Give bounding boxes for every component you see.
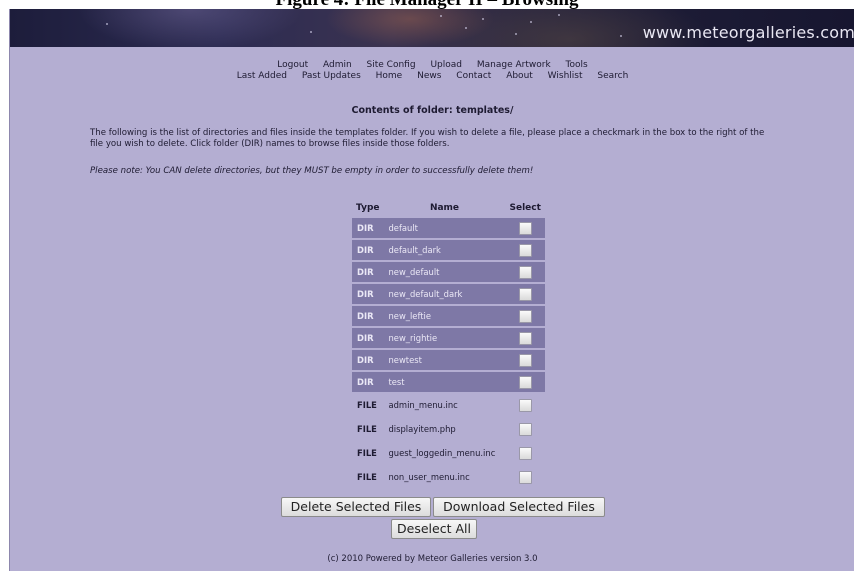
nav-contact[interactable]: Contact xyxy=(456,71,491,81)
file-table: Type Name Select DIR default DIR default… xyxy=(352,199,545,490)
nav-admin[interactable]: Admin xyxy=(323,60,352,70)
select-checkbox[interactable] xyxy=(518,287,532,301)
nav-news[interactable]: News xyxy=(417,71,441,81)
row-type: FILE xyxy=(357,472,377,482)
dir-link[interactable]: newtest xyxy=(383,350,506,370)
row-type: DIR xyxy=(352,284,384,304)
select-checkbox[interactable] xyxy=(518,422,532,436)
dir-link[interactable]: default_dark xyxy=(383,240,506,260)
file-name: non_user_menu.inc xyxy=(388,472,470,482)
nav-wishlist[interactable]: Wishlist xyxy=(548,71,583,81)
dir-link[interactable]: default xyxy=(383,218,506,238)
intro-text: The following is the list of directories… xyxy=(90,128,765,149)
nav-logout[interactable]: Logout xyxy=(277,60,308,70)
table-header-row: Type Name Select xyxy=(352,201,545,216)
select-checkbox[interactable] xyxy=(518,265,532,279)
delete-note: Please note: You CAN delete directories,… xyxy=(90,166,534,176)
delete-selected-button[interactable]: Delete Selected Files xyxy=(281,497,431,517)
select-checkbox[interactable] xyxy=(518,375,532,389)
dir-link[interactable]: new_leftie xyxy=(383,306,506,326)
main-nav: Last Added Past Updates Home News Contac… xyxy=(10,71,854,81)
nav-last-added[interactable]: Last Added xyxy=(237,71,287,81)
row-type: DIR xyxy=(352,350,384,370)
file-name: guest_loggedin_menu.inc xyxy=(388,448,496,458)
select-checkbox[interactable] xyxy=(518,243,532,257)
table-row: FILE admin_menu.inc xyxy=(352,394,545,416)
nav-home[interactable]: Home xyxy=(376,71,403,81)
table-row: DIR newtest xyxy=(352,350,545,370)
table-row: DIR new_default xyxy=(352,262,545,282)
table-row: FILE non_user_menu.inc xyxy=(352,466,545,488)
select-checkbox[interactable] xyxy=(518,446,532,460)
row-type: DIR xyxy=(352,218,384,238)
header-name: Name xyxy=(429,203,460,213)
nav-tools[interactable]: Tools xyxy=(566,60,588,70)
dir-link[interactable]: new_default_dark xyxy=(383,284,506,304)
folder-heading: Contents of folder: templates/ xyxy=(351,105,514,116)
nav-past-updates[interactable]: Past Updates xyxy=(302,71,361,81)
table-row: DIR new_leftie xyxy=(352,306,545,326)
row-type: DIR xyxy=(352,240,384,260)
row-type: DIR xyxy=(352,306,384,326)
deselect-all-button[interactable]: Deselect All xyxy=(391,519,477,539)
nav-about[interactable]: About xyxy=(506,71,533,81)
select-checkbox[interactable] xyxy=(518,331,532,345)
dir-link[interactable]: new_default xyxy=(383,262,506,282)
table-row: DIR new_rightie xyxy=(352,328,545,348)
row-type: DIR xyxy=(352,328,384,348)
table-row: DIR default xyxy=(352,218,545,238)
site-url[interactable]: www.meteorgalleries.com xyxy=(643,23,854,42)
header-type: Type xyxy=(356,203,380,213)
table-row: FILE guest_loggedin_menu.inc xyxy=(352,442,545,464)
download-selected-button[interactable]: Download Selected Files xyxy=(433,497,605,517)
nav-site-config[interactable]: Site Config xyxy=(367,60,416,70)
nav-upload[interactable]: Upload xyxy=(430,60,462,70)
header-select: Select xyxy=(509,203,541,213)
file-name: displayitem.php xyxy=(388,424,456,434)
select-checkbox[interactable] xyxy=(518,398,532,412)
table-row: DIR new_default_dark xyxy=(352,284,545,304)
dir-link[interactable]: new_rightie xyxy=(383,328,506,348)
table-row: DIR default_dark xyxy=(352,240,545,260)
file-name: admin_menu.inc xyxy=(388,400,458,410)
row-type: DIR xyxy=(352,262,384,282)
select-checkbox[interactable] xyxy=(518,470,532,484)
footer-text: (c) 2010 Powered by Meteor Galleries ver… xyxy=(327,554,538,564)
row-type: DIR xyxy=(352,372,384,392)
row-type: FILE xyxy=(357,424,377,434)
table-row: FILE displayitem.php xyxy=(352,418,545,440)
select-checkbox[interactable] xyxy=(518,353,532,367)
table-row: DIR test xyxy=(352,372,545,392)
nav-manage-artwork[interactable]: Manage Artwork xyxy=(477,60,551,70)
select-checkbox[interactable] xyxy=(518,221,532,235)
nav-search[interactable]: Search xyxy=(597,71,628,81)
admin-nav: Logout Admin Site Config Upload Manage A… xyxy=(10,60,854,70)
row-type: FILE xyxy=(357,448,377,458)
dir-link[interactable]: test xyxy=(383,372,506,392)
select-checkbox[interactable] xyxy=(518,309,532,323)
site-banner: www.meteorgalleries.com xyxy=(10,9,854,47)
figure-caption: Figure 4: File Manager II – Browsing xyxy=(0,0,854,9)
row-type: FILE xyxy=(357,400,377,410)
page-container: www.meteorgalleries.com Logout Admin Sit… xyxy=(9,9,854,571)
